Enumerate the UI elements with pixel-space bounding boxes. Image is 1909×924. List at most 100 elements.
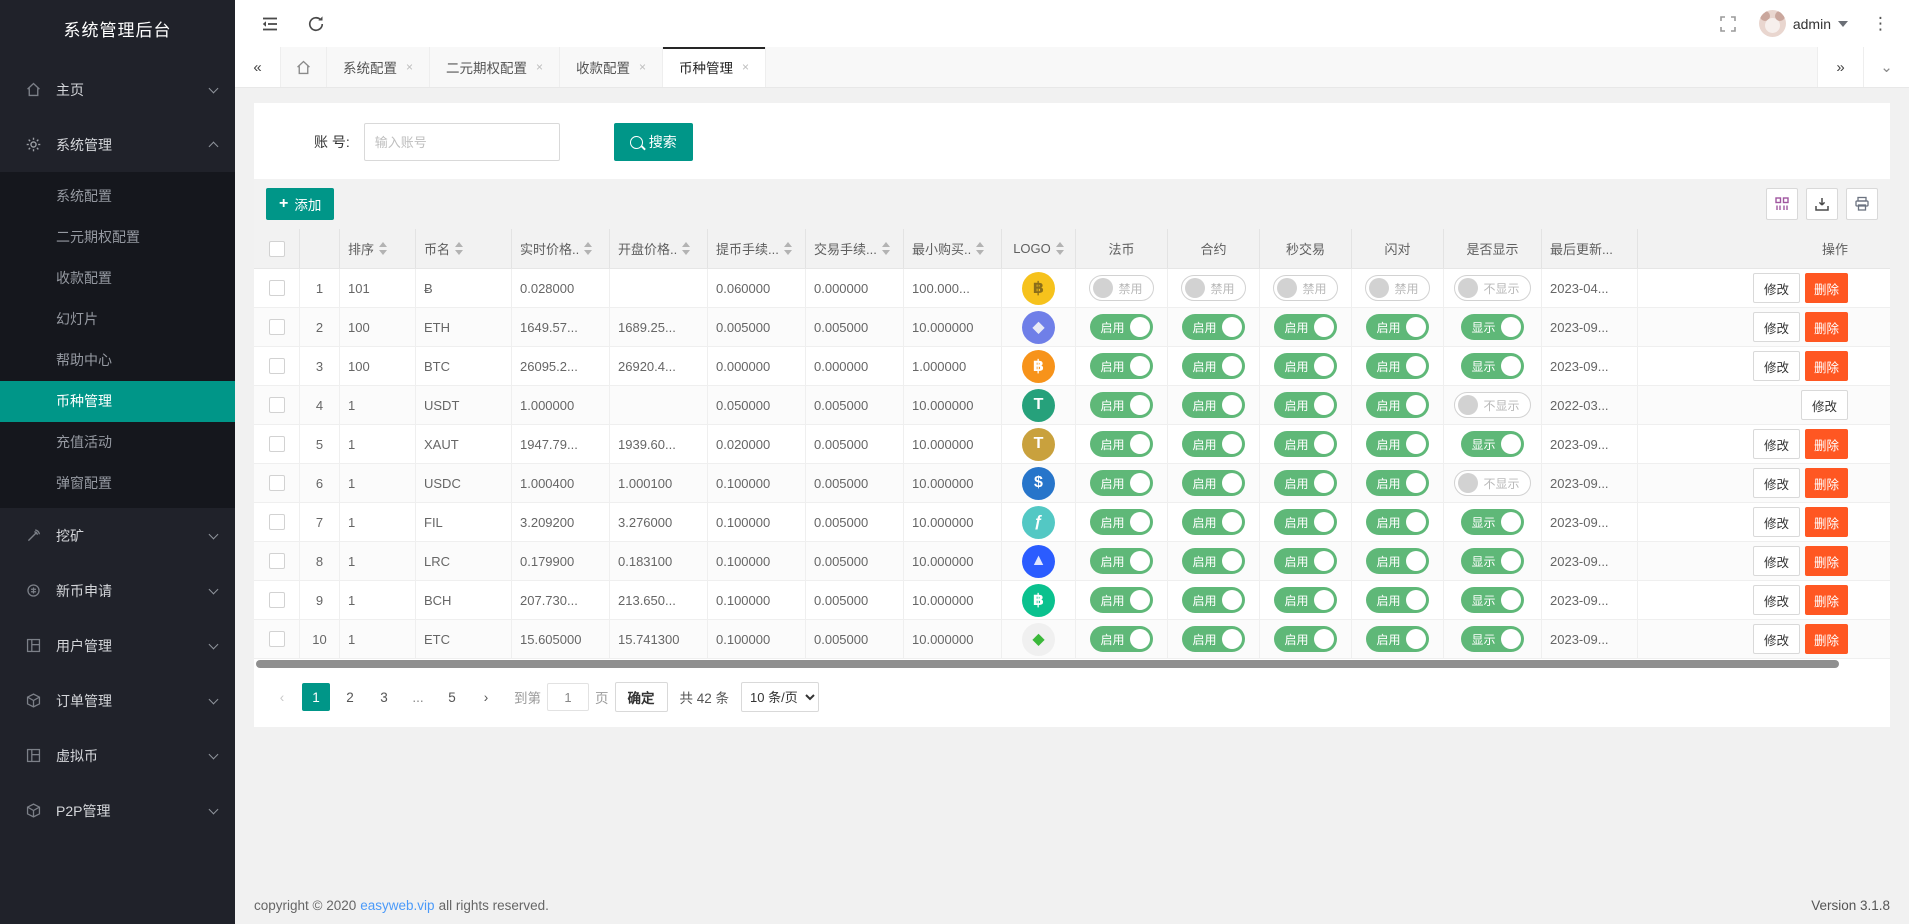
sort-icon[interactable] <box>976 242 985 255</box>
more-options-icon[interactable]: ⋮ <box>1868 14 1893 34</box>
edit-button[interactable]: 修改 <box>1752 585 1800 615</box>
toggle-on[interactable]: 启用 <box>1366 626 1429 652</box>
sort-icon[interactable] <box>584 242 593 255</box>
delete-button[interactable]: 删除 <box>1804 429 1848 459</box>
edit-button[interactable]: 修改 <box>1752 273 1800 303</box>
collapse-sidebar-icon[interactable] <box>259 13 281 35</box>
sidebar-item-订单管理[interactable]: 订单管理 <box>0 673 235 728</box>
toggle-on[interactable]: 显示 <box>1461 626 1524 652</box>
sort-icon[interactable] <box>881 242 890 255</box>
toggle-on[interactable]: 显示 <box>1461 431 1524 457</box>
sort-icon[interactable] <box>682 242 691 255</box>
toggle-off[interactable]: 不显示 <box>1454 392 1531 418</box>
sidebar-item-虚拟币[interactable]: 虚拟币 <box>0 728 235 783</box>
tab-币种管理[interactable]: 币种管理 × <box>663 47 767 87</box>
confirm-button[interactable]: 确定 <box>614 682 668 712</box>
sidebar-subitem-收款配置[interactable]: 收款配置 <box>0 258 235 299</box>
account-input[interactable] <box>363 123 560 161</box>
sidebar-subitem-二元期权配置[interactable]: 二元期权配置 <box>0 217 235 258</box>
toggle-on[interactable]: 启用 <box>1366 353 1429 379</box>
toggle-on[interactable]: 启用 <box>1274 548 1337 574</box>
row-checkbox[interactable] <box>268 592 285 608</box>
close-icon[interactable]: × <box>536 60 543 74</box>
sidebar-subitem-弹窗配置[interactable]: 弹窗配置 <box>0 463 235 504</box>
sidebar-item-系统管理[interactable]: 系统管理 <box>0 117 235 172</box>
toggle-on[interactable]: 启用 <box>1090 548 1153 574</box>
edit-button[interactable]: 修改 <box>1752 429 1800 459</box>
easyweb-link[interactable]: easyweb.vip <box>360 898 434 913</box>
row-checkbox[interactable] <box>268 319 285 335</box>
sidebar-subitem-充值活动[interactable]: 充值活动 <box>0 422 235 463</box>
row-checkbox[interactable] <box>268 475 285 491</box>
toggle-on[interactable]: 启用 <box>1090 392 1153 418</box>
edit-button[interactable]: 修改 <box>1752 546 1800 576</box>
page-size-select[interactable]: 10 条/页 <box>741 682 820 712</box>
toggle-on[interactable]: 启用 <box>1274 314 1337 340</box>
edit-button[interactable]: 修改 <box>1752 468 1800 498</box>
toggle-on[interactable]: 启用 <box>1182 314 1245 340</box>
toggle-on[interactable]: 启用 <box>1274 353 1337 379</box>
close-icon[interactable]: × <box>742 60 749 74</box>
edit-button[interactable]: 修改 <box>1752 507 1800 537</box>
refresh-icon[interactable] <box>305 13 327 35</box>
search-button[interactable]: 搜索 <box>613 123 693 161</box>
sidebar-subitem-帮助中心[interactable]: 帮助中心 <box>0 340 235 381</box>
toggle-on[interactable]: 启用 <box>1366 314 1429 340</box>
export-button[interactable] <box>1806 188 1838 220</box>
row-checkbox[interactable] <box>268 358 285 374</box>
toggle-on[interactable]: 显示 <box>1461 509 1524 535</box>
sidebar-subitem-系统配置[interactable]: 系统配置 <box>0 176 235 217</box>
tab-收款配置[interactable]: 收款配置 × <box>560 47 664 87</box>
toggle-on[interactable]: 启用 <box>1182 470 1245 496</box>
tabs-menu-button[interactable]: ⌄ <box>1863 47 1909 87</box>
toggle-on[interactable]: 启用 <box>1182 392 1245 418</box>
sidebar-subitem-幻灯片[interactable]: 幻灯片 <box>0 299 235 340</box>
sort-icon[interactable] <box>455 242 464 255</box>
row-checkbox[interactable] <box>268 514 285 530</box>
toggle-on[interactable]: 启用 <box>1366 431 1429 457</box>
toggle-on[interactable]: 启用 <box>1090 353 1153 379</box>
toggle-on[interactable]: 启用 <box>1366 509 1429 535</box>
toggle-on[interactable]: 启用 <box>1274 392 1337 418</box>
delete-button[interactable]: 删除 <box>1804 546 1848 576</box>
toggle-on[interactable]: 显示 <box>1461 353 1524 379</box>
delete-button[interactable]: 删除 <box>1804 585 1848 615</box>
row-checkbox[interactable] <box>268 280 285 296</box>
toggle-off[interactable]: 不显示 <box>1454 275 1531 301</box>
edit-button[interactable]: 修改 <box>1752 351 1800 381</box>
prev-page-button[interactable]: ‹ <box>268 683 296 711</box>
sort-icon[interactable] <box>379 242 388 255</box>
delete-button[interactable]: 删除 <box>1804 624 1848 654</box>
sidebar-item-P2P管理[interactable]: P2P管理 <box>0 783 235 838</box>
jump-page-input[interactable] <box>547 683 589 711</box>
page-button-1[interactable]: 1 <box>302 683 330 711</box>
toggle-on[interactable]: 启用 <box>1274 509 1337 535</box>
sidebar-item-挖矿[interactable]: 挖矿 <box>0 508 235 563</box>
toggle-off[interactable]: 不显示 <box>1454 470 1531 496</box>
toggle-off[interactable]: 禁用 <box>1089 275 1154 301</box>
tab-系统配置[interactable]: 系统配置 × <box>327 47 431 87</box>
page-button-2[interactable]: 2 <box>336 683 364 711</box>
toggle-on[interactable]: 启用 <box>1090 587 1153 613</box>
toggle-on[interactable]: 启用 <box>1182 431 1245 457</box>
select-all-checkbox[interactable] <box>268 240 285 257</box>
toggle-on[interactable]: 启用 <box>1274 626 1337 652</box>
toggle-on[interactable]: 启用 <box>1182 548 1245 574</box>
toggle-on[interactable]: 启用 <box>1366 548 1429 574</box>
edit-button[interactable]: 修改 <box>1752 624 1800 654</box>
toggle-on[interactable]: 启用 <box>1274 587 1337 613</box>
add-button[interactable]: + 添加 <box>266 188 335 220</box>
toggle-on[interactable]: 启用 <box>1182 353 1245 379</box>
next-page-button[interactable]: › <box>472 683 500 711</box>
toggle-on[interactable]: 启用 <box>1182 626 1245 652</box>
page-button-3[interactable]: 3 <box>370 683 398 711</box>
print-button[interactable] <box>1846 188 1878 220</box>
delete-button[interactable]: 删除 <box>1804 507 1848 537</box>
sidebar-item-主页[interactable]: 主页 <box>0 62 235 117</box>
toggle-on[interactable]: 启用 <box>1090 509 1153 535</box>
columns-filter-button[interactable] <box>1766 188 1798 220</box>
row-checkbox[interactable] <box>268 553 285 569</box>
delete-button[interactable]: 删除 <box>1804 351 1848 381</box>
home-tab[interactable] <box>281 47 327 87</box>
toggle-on[interactable]: 启用 <box>1090 431 1153 457</box>
